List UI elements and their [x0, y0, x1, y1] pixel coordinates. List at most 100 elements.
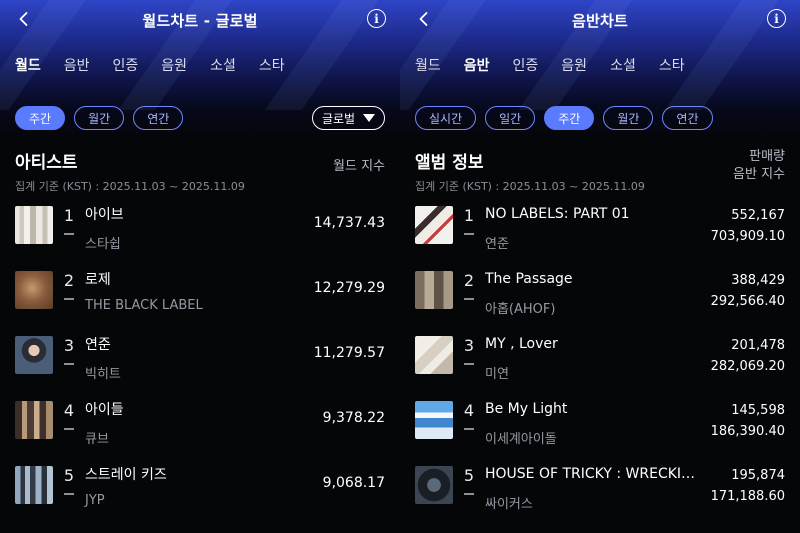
- artist-name: 연준: [485, 237, 509, 252]
- tab-digital[interactable]: 음원: [161, 55, 187, 75]
- rank-number: 3: [63, 336, 75, 355]
- category-tabs: 월드 음반 인증 음원 소셜 스타: [0, 40, 400, 90]
- period-filter: 주간 월간 연간 글로벌: [0, 100, 400, 136]
- rank-change-indicator: [64, 363, 74, 365]
- artist-name: 스트레이 키즈: [85, 467, 167, 483]
- rank-change-indicator: [64, 428, 74, 430]
- period-weekly-button[interactable]: 주간: [544, 106, 595, 130]
- rank-number: 3: [463, 336, 475, 355]
- tab-social[interactable]: 소셜: [610, 55, 636, 75]
- rank-change-indicator: [464, 233, 474, 235]
- tab-social[interactable]: 소셜: [210, 55, 236, 75]
- world-score: 11,279.57: [313, 345, 385, 361]
- category-tabs: 월드 음반 인증 음원 소셜 스타: [400, 40, 800, 90]
- chart-row[interactable]: 5 스트레이 키즈 JYP 9,068.17: [0, 460, 400, 525]
- date-range: 집계 기준 (KST) : 2025.11.03 ~ 2025.11.09: [415, 180, 645, 193]
- info-icon[interactable]: i: [767, 9, 786, 28]
- sales-count: 195,874: [731, 468, 785, 483]
- chart-row[interactable]: 2 로제 THE BLACK LABEL 12,279.29: [0, 265, 400, 330]
- artist-thumbnail: [15, 271, 53, 309]
- chart-row[interactable]: 1 NO LABELS: PART 01 연준 552,167 703,909.…: [400, 200, 800, 265]
- section-title: 앨범 정보: [415, 153, 484, 173]
- agency-name: 스타쉽: [85, 237, 121, 252]
- agency-name: 빅히트: [85, 367, 121, 382]
- rank-change-indicator: [464, 363, 474, 365]
- rank-number: 1: [63, 206, 75, 225]
- sales-label: 판매량: [749, 149, 785, 164]
- world-score: 9,068.17: [322, 475, 385, 491]
- artist-name: 아이들: [85, 402, 124, 418]
- region-dropdown[interactable]: 글로벌: [312, 106, 385, 130]
- chart-row[interactable]: 4 아이들 큐브 9,378.22: [0, 395, 400, 460]
- album-cover: [415, 271, 453, 309]
- rank-number: 4: [463, 401, 475, 420]
- album-cover: [415, 206, 453, 244]
- rank-change-indicator: [464, 428, 474, 430]
- tab-star[interactable]: 스타: [659, 55, 685, 75]
- artist-name: 아홉(AHOF): [485, 302, 556, 317]
- agency-name: JYP: [85, 493, 105, 508]
- rank-change-indicator: [64, 233, 74, 235]
- rank-number: 2: [463, 271, 475, 290]
- period-daily-button[interactable]: 일간: [485, 106, 536, 130]
- info-icon[interactable]: i: [367, 9, 386, 28]
- agency-name: THE BLACK LABEL: [85, 298, 203, 313]
- period-realtime-button[interactable]: 실시간: [415, 106, 477, 130]
- artist-name: 미연: [485, 367, 509, 382]
- period-yearly-button[interactable]: 연간: [662, 106, 713, 130]
- chart-row[interactable]: 3 연준 빅히트 11,279.57: [0, 330, 400, 395]
- artist-thumbnail: [15, 401, 53, 439]
- top-bar: 월드차트 - 글로벌 i: [0, 0, 400, 40]
- sales-count: 145,598: [731, 403, 785, 418]
- period-monthly-button[interactable]: 월간: [74, 106, 125, 130]
- tab-star[interactable]: 스타: [259, 55, 285, 75]
- album-list: 1 NO LABELS: PART 01 연준 552,167 703,909.…: [400, 200, 800, 525]
- album-title: Be My Light: [485, 401, 568, 417]
- chart-row[interactable]: 4 Be My Light 이세계아이돌 145,598 186,390.40: [400, 395, 800, 460]
- rank-change-indicator: [64, 298, 74, 300]
- chart-row[interactable]: 5 HOUSE OF TRICKY : WRECKING THE HOUSE 싸…: [400, 460, 800, 525]
- rank-change-indicator: [464, 493, 474, 495]
- album-index: 186,390.40: [710, 424, 785, 439]
- page-title: 월드차트 - 글로벌: [142, 11, 258, 30]
- period-yearly-button[interactable]: 연간: [133, 106, 184, 130]
- date-range: 집계 기준 (KST) : 2025.11.03 ~ 2025.11.09: [15, 180, 245, 193]
- tab-world[interactable]: 월드: [415, 55, 441, 75]
- album-title: NO LABELS: PART 01: [485, 206, 630, 222]
- world-chart-panel: 월드차트 - 글로벌 i 월드 음반 인증 음원 소셜 스타 주간 월간 연간 …: [0, 0, 400, 533]
- tab-album[interactable]: 음반: [464, 55, 490, 75]
- period-monthly-button[interactable]: 월간: [603, 106, 654, 130]
- tab-world[interactable]: 월드: [15, 55, 41, 75]
- album-title: MY , Lover: [485, 336, 558, 352]
- chart-row[interactable]: 2 The Passage 아홉(AHOF) 388,429 292,566.4…: [400, 265, 800, 330]
- tab-album[interactable]: 음반: [64, 55, 90, 75]
- chart-row[interactable]: 3 MY , Lover 미연 201,478 282,069.20: [400, 330, 800, 395]
- rank-number: 5: [63, 466, 75, 485]
- chart-row[interactable]: 1 아이브 스타쉽 14,737.43: [0, 200, 400, 265]
- artist-name: 싸이커스: [485, 497, 533, 512]
- tab-certification[interactable]: 인증: [113, 55, 139, 75]
- album-index-label: 음반 지수: [733, 167, 785, 182]
- album-index: 703,909.10: [710, 229, 785, 244]
- rank-number: 2: [63, 271, 75, 290]
- artist-name: 이세계아이돌: [485, 432, 557, 447]
- album-cover: [415, 336, 453, 374]
- section-title: 아티스트: [15, 153, 78, 173]
- sales-count: 201,478: [731, 338, 785, 353]
- region-dropdown-label: 글로벌: [321, 111, 356, 126]
- back-chevron-icon[interactable]: [14, 9, 34, 29]
- artist-thumbnail: [15, 466, 53, 504]
- period-weekly-button[interactable]: 주간: [15, 106, 66, 130]
- album-cover: [415, 401, 453, 439]
- artist-thumbnail: [15, 336, 53, 374]
- album-title: The Passage: [485, 271, 573, 287]
- metric-label: 월드 지수: [333, 159, 385, 174]
- top-bar: 음반차트 i: [400, 0, 800, 40]
- album-title: HOUSE OF TRICKY : WRECKING THE HOUSE: [485, 466, 700, 482]
- tab-digital[interactable]: 음원: [561, 55, 587, 75]
- album-index: 292,566.40: [710, 294, 785, 309]
- period-filter: 실시간 일간 주간 월간 연간: [400, 100, 800, 136]
- metric-labels: 판매량 음반 지수: [733, 148, 785, 184]
- tab-certification[interactable]: 인증: [513, 55, 539, 75]
- back-chevron-icon[interactable]: [414, 9, 434, 29]
